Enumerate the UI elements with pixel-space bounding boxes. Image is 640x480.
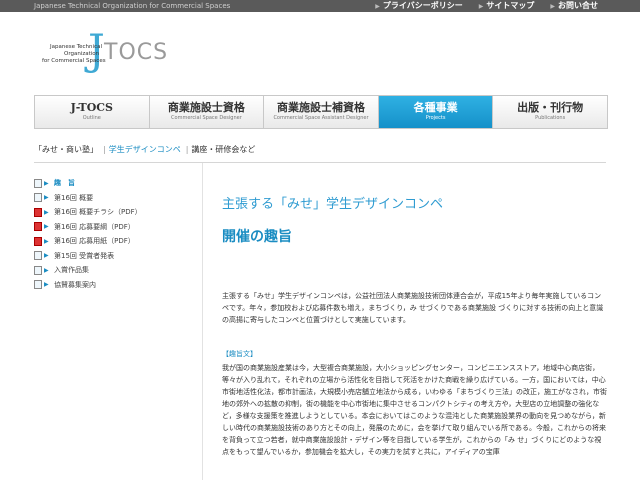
- arrow-icon: ▶: [375, 3, 380, 10]
- sidebar-item-purpose[interactable]: ▶ 趣 旨: [34, 176, 194, 191]
- sidebar-item-16-flyer-pdf[interactable]: ▶ 第16回 概要チラシ（PDF）: [34, 205, 194, 220]
- sub-nav: 「みせ・商い塾」 | 学生デザインコンペ | 講座・研修会など: [34, 144, 257, 155]
- section-heading: 開催の趣旨: [222, 229, 292, 245]
- triangle-icon: ▶: [44, 208, 49, 216]
- tagline: Japanese Technical Organization for Comm…: [34, 2, 231, 10]
- sidebar-item-16-outline[interactable]: ▶ 第16回 概要: [34, 191, 194, 206]
- nav-tab-designer[interactable]: 商業施設士資格 Commercial Space Designer: [149, 96, 265, 128]
- purpose-paragraph: 我が国の商業施設産業は今，大型複合商業施設，大小ショッピングセンター，コンビニエ…: [222, 364, 607, 456]
- pdf-icon: [34, 236, 42, 246]
- sidebar-item-16-guidelines-pdf[interactable]: ▶ 第16回 応募要綱（PDF）: [34, 220, 194, 235]
- column-divider: [202, 163, 203, 480]
- global-nav: J-TOCS Outline 商業施設士資格 Commercial Space …: [34, 95, 608, 129]
- main-content: 主張する「みせ」学生デザインコンペ 開催の趣旨 主張する「みせ」学生デザインコン…: [222, 196, 610, 456]
- pdf-icon: [34, 207, 42, 217]
- subnav-mise-juku[interactable]: 「みせ・商い塾」: [34, 145, 98, 154]
- page-icon: [34, 280, 42, 290]
- sidebar-item-sponsorship[interactable]: ▶ 協賛募集案内: [34, 278, 194, 293]
- page-icon: [34, 251, 42, 261]
- separator: |: [185, 145, 189, 154]
- triangle-icon: ▶: [44, 266, 49, 274]
- triangle-icon: ▶: [44, 281, 49, 289]
- utility-links: ▶ プライバシーポリシー ▶ サイトマップ ▶ お問い合せ: [367, 0, 606, 13]
- intro-paragraph: 主張する「みせ」学生デザインコンペは，公益社団法人商業施設技術団体連合会が，平成…: [222, 292, 604, 324]
- contact-link[interactable]: ▶ お問い合せ: [542, 0, 606, 13]
- page-icon: [34, 265, 42, 275]
- triangle-icon: ▶: [44, 194, 49, 202]
- purpose-label: 【趣旨文】: [222, 350, 257, 358]
- page-icon: [34, 193, 42, 203]
- arrow-icon: ▶: [550, 3, 555, 10]
- separator: |: [103, 145, 106, 154]
- logo-line-1: Japanese Technical: [50, 44, 102, 50]
- sitemap-link[interactable]: ▶ サイトマップ: [471, 0, 543, 13]
- site-logo[interactable]: J TOCS Japanese Technical Organization f…: [34, 14, 167, 90]
- logo-line-2: Organization: [64, 51, 100, 57]
- nav-tab-assistant-designer[interactable]: 商業施設士補資格 Commercial Space Assistant Desi…: [264, 96, 379, 128]
- nav-tab-jtocs[interactable]: J-TOCS Outline: [35, 96, 150, 128]
- divider: [34, 162, 606, 163]
- triangle-icon: ▶: [44, 179, 49, 187]
- logo-mark: J: [88, 25, 105, 74]
- subnav-design-competition[interactable]: 学生デザインコンペ: [109, 145, 181, 154]
- page-icon: [34, 178, 42, 188]
- logo-tocs: TOCS: [104, 40, 169, 65]
- privacy-policy-link[interactable]: ▶ プライバシーポリシー: [367, 0, 470, 13]
- subnav-seminars[interactable]: 講座・研修会など: [191, 145, 255, 154]
- sidebar-item-16-form-pdf[interactable]: ▶ 第16回 応募用紙（PDF）: [34, 234, 194, 249]
- page-title: 主張する「みせ」学生デザインコンペ: [222, 197, 444, 212]
- nav-tab-projects[interactable]: 各種事業 Projects: [378, 96, 494, 128]
- nav-tab-publications[interactable]: 出版・刊行物 Publications: [493, 96, 607, 128]
- triangle-icon: ▶: [44, 252, 49, 260]
- sidebar-item-works[interactable]: ▶ 入賞作品集: [34, 263, 194, 278]
- arrow-icon: ▶: [478, 3, 484, 10]
- logo-line-3: for Commercial Spaces: [42, 58, 106, 64]
- sidebar-item-15-winners[interactable]: ▶ 第15回 受賞者発表: [34, 249, 194, 264]
- top-bar: Japanese Technical Organization for Comm…: [0, 0, 640, 12]
- triangle-icon: ▶: [44, 237, 49, 245]
- sidebar: ▶ 趣 旨 ▶ 第16回 概要 ▶ 第16回 概要チラシ（PDF） ▶ 第16回 応募要…: [34, 176, 194, 292]
- pdf-icon: [34, 222, 42, 232]
- triangle-icon: ▶: [44, 223, 49, 231]
